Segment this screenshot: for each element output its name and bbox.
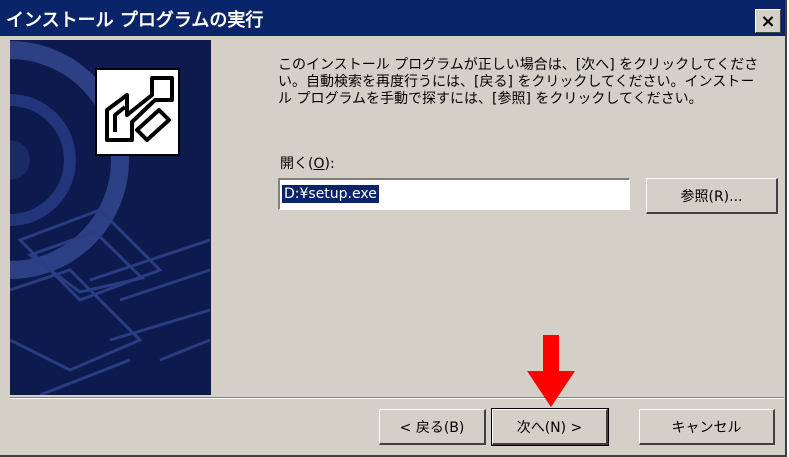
instruction-text: このインストール プログラムが正しい場合は、[次へ] をクリックしてくださ い。… xyxy=(278,57,778,108)
instruction-line-3: ル プログラムを手動で探すには、[参照] をクリックしてください。 xyxy=(278,91,703,107)
open-field-label: 開く(O): xyxy=(280,156,335,172)
title-bar[interactable]: インストール プログラムの実行 × xyxy=(0,0,785,36)
close-button[interactable]: × xyxy=(755,9,781,33)
instruction-line-1: このインストール プログラムが正しい場合は、[次へ] をクリックしてくださ xyxy=(278,57,759,73)
browse-button[interactable]: 参照(R)... xyxy=(646,178,778,214)
open-path-value: D:¥setup.exe xyxy=(282,185,379,203)
open-path-input[interactable]: D:¥setup.exe xyxy=(278,178,630,210)
button-separator xyxy=(10,397,784,399)
red-down-arrow-icon xyxy=(527,335,575,407)
install-dialog: インストール プログラムの実行 × このインストール プログラムが正しい場合は、… xyxy=(0,0,787,457)
instruction-line-2: い。自動検索を再度行うには、[戻る] をクリックしてください。インストー xyxy=(278,74,755,90)
cancel-button[interactable]: キャンセル xyxy=(639,409,775,445)
next-button[interactable]: 次へ(N) > xyxy=(491,408,609,446)
install-arrow-icon xyxy=(95,68,180,156)
close-icon: × xyxy=(760,10,776,32)
back-button[interactable]: < 戻る(B) xyxy=(379,409,486,445)
window-title: インストール プログラムの実行 xyxy=(6,10,264,31)
